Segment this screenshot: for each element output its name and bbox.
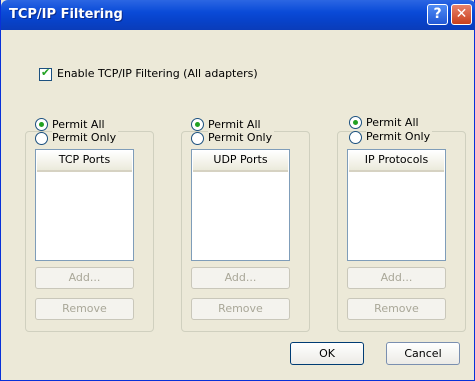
udp-permit-only-radio[interactable]	[191, 132, 204, 145]
tcp-ports-list[interactable]: TCP Ports	[35, 149, 134, 261]
tcp-add-button[interactable]: Add...	[35, 267, 134, 289]
udp-ports-list[interactable]: UDP Ports	[191, 149, 290, 261]
udp-permit-only-label: Permit Only	[208, 131, 275, 144]
checkmark-icon: ✔	[41, 66, 51, 79]
udp-ports-group: Permit All Permit Only UDP Ports Add... …	[181, 118, 310, 332]
radio-selected-dot	[195, 122, 200, 127]
ip-add-button[interactable]: Add...	[347, 267, 446, 289]
ip-permit-all-label: Permit All	[366, 116, 421, 129]
tcp-permit-only-radio[interactable]	[35, 132, 48, 145]
tcp-ports-group: Permit All Permit Only TCP Ports Add... …	[25, 118, 154, 332]
udp-ports-column-header[interactable]: UDP Ports	[193, 151, 288, 172]
help-button[interactable]: ?	[427, 4, 448, 25]
checkbox-box[interactable]: ✔	[39, 66, 52, 81]
udp-permit-all-label: Permit All	[208, 118, 263, 131]
ip-protocols-column-header[interactable]: IP Protocols	[349, 151, 444, 172]
ip-protocols-group: Permit All Permit Only IP Protocols Add.…	[337, 116, 466, 332]
cancel-button[interactable]: Cancel	[386, 342, 460, 365]
ip-remove-button[interactable]: Remove	[347, 298, 446, 320]
tcp-permit-all-label: Permit All	[52, 118, 107, 131]
tcp-permit-all-radio[interactable]	[35, 118, 48, 131]
ip-permit-only-label: Permit Only	[366, 130, 433, 143]
close-icon: ✕	[455, 6, 468, 22]
close-button[interactable]: ✕	[451, 4, 472, 25]
ip-permit-only-radio[interactable]	[349, 131, 362, 144]
udp-add-button[interactable]: Add...	[191, 267, 290, 289]
radio-selected-dot	[353, 120, 358, 125]
ip-protocols-list[interactable]: IP Protocols	[347, 149, 446, 261]
help-icon: ?	[433, 6, 442, 22]
ok-button[interactable]: OK	[290, 342, 364, 365]
tcp-ports-column-header[interactable]: TCP Ports	[37, 151, 132, 172]
tcp-remove-button[interactable]: Remove	[35, 298, 134, 320]
udp-permit-all-radio[interactable]	[191, 118, 204, 131]
enable-filtering-label: Enable TCP/IP Filtering (All adapters)	[57, 67, 258, 80]
ip-permit-all-radio[interactable]	[349, 116, 362, 129]
tcp-permit-only-label: Permit Only	[52, 131, 119, 144]
udp-remove-button[interactable]: Remove	[191, 298, 290, 320]
radio-selected-dot	[39, 122, 44, 127]
title-bar[interactable]: TCP/IP Filtering ? ✕	[1, 0, 475, 30]
dialog-title: TCP/IP Filtering	[9, 7, 123, 22]
tcpip-filtering-dialog: TCP/IP Filtering ? ✕ ✔ Enable TCP/IP Fil…	[0, 0, 475, 381]
